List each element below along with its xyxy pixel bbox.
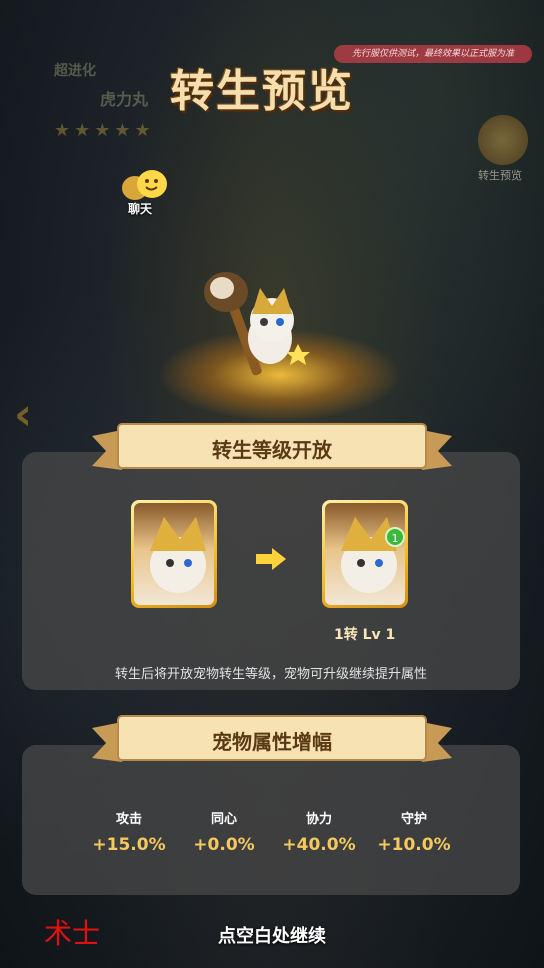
chat-label: 聊天 — [128, 202, 153, 216]
arrow-right-icon — [256, 548, 286, 570]
section-title: 转生等级开放 — [212, 438, 332, 462]
rebirth-preview-label: 转生预览 — [478, 169, 522, 182]
pet-portrait-art — [150, 517, 206, 593]
attr-guard: 守护 +10.0% — [369, 808, 459, 855]
rebirth-preview-icon[interactable] — [478, 115, 528, 165]
ghost-pet-name: 虎力丸 — [100, 90, 149, 109]
pet-card-before[interactable] — [131, 500, 217, 608]
attr-attack: 攻击 +15.0% — [84, 808, 174, 855]
attr-name: 守护 — [400, 812, 427, 827]
attr-value: +10.0% — [377, 835, 451, 855]
attr-name: 攻击 — [115, 812, 142, 827]
tap-to-continue[interactable]: 点空白处继续 — [0, 922, 544, 948]
attr-name: 同心 — [210, 812, 237, 827]
star-rating: ★★★★★ — [54, 120, 155, 141]
pet-character — [204, 272, 310, 376]
pet-portrait — [325, 503, 405, 605]
rebirth-badge: 1 — [385, 527, 405, 547]
pet-portrait — [134, 503, 214, 605]
rebirth-level-panel — [22, 452, 520, 690]
chat-icon[interactable] — [120, 168, 170, 204]
attr-name: 协力 — [305, 812, 332, 827]
ghost-tag: 超进化 — [54, 63, 96, 79]
attr-value: +15.0% — [92, 835, 166, 855]
back-arrow-icon: ‹ — [14, 389, 33, 440]
pet-portrait-art — [341, 517, 397, 593]
section-banner-1-text-wrap: 转生等级开放 — [92, 420, 452, 476]
page-title: 转生预览 — [170, 66, 354, 117]
attr-value: +0.0% — [193, 835, 255, 855]
pet-card-after[interactable] — [322, 500, 408, 608]
rebirth-description: 转生后将开放宠物转生等级，宠物可升级继续提升属性 — [114, 667, 427, 682]
attr-cooperation: 协力 +40.0% — [274, 808, 364, 855]
section-title: 宠物属性增幅 — [212, 730, 332, 754]
rebirth-level-label: 1转 Lv 1 — [334, 627, 396, 643]
section-banner-2-text-wrap: 宠物属性增幅 — [92, 712, 452, 768]
test-server-notice: 先行服仅供测试，最终效果以正式服为准 — [334, 45, 532, 63]
attr-unity: 同心 +0.0% — [179, 808, 269, 855]
attr-value: +40.0% — [282, 835, 356, 855]
